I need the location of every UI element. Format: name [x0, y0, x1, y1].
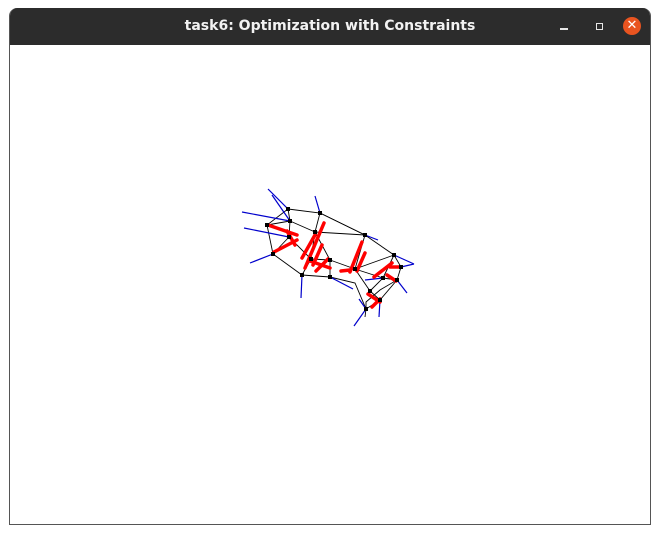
mesh-visualization [241, 188, 415, 327]
maximize-icon [595, 22, 603, 30]
maximize-button[interactable] [590, 17, 608, 35]
app-window: task6: Optimization with Constraints ✕ [9, 8, 651, 525]
window-title: task6: Optimization with Constraints [184, 18, 476, 34]
minimize-button[interactable] [555, 17, 573, 35]
close-button[interactable]: ✕ [623, 17, 641, 35]
close-icon: ✕ [626, 18, 638, 33]
render-canvas[interactable] [10, 45, 650, 524]
title-bar[interactable]: task6: Optimization with Constraints ✕ [10, 8, 650, 45]
minimize-icon [560, 28, 568, 30]
